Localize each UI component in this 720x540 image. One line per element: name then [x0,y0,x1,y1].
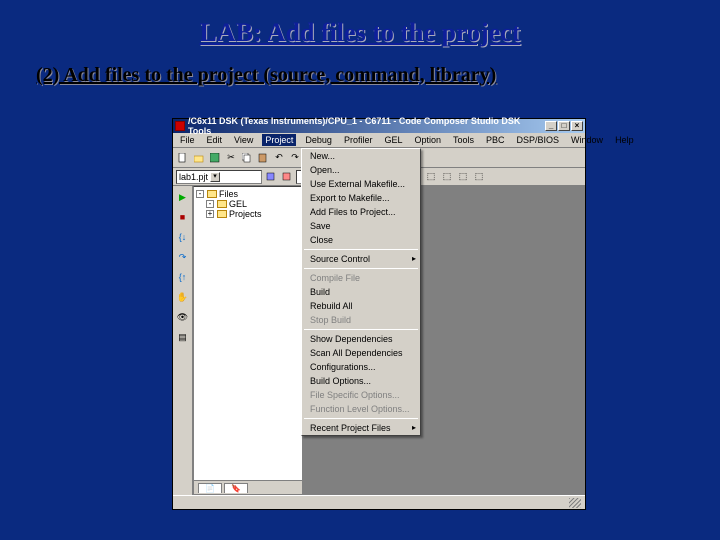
toolbar-icon-e[interactable]: ⬚ [472,170,486,184]
toolbar-icon-c[interactable]: ⬚ [440,170,454,184]
menu-pbc[interactable]: PBC [483,134,508,146]
menu-separator [304,249,418,250]
menu-item-new[interactable]: New... [302,149,420,163]
halt-icon[interactable]: ■ [176,210,190,224]
resize-grip-icon[interactable] [569,498,581,508]
menu-project[interactable]: Project [262,134,296,146]
menu-edit[interactable]: Edit [204,134,226,146]
menu-tools[interactable]: Tools [450,134,477,146]
tree-expander[interactable]: - [196,190,204,198]
maximize-button[interactable]: □ [558,121,570,131]
menu-option[interactable]: Option [411,134,444,146]
menu-item-scan-dependencies[interactable]: Scan All Dependencies [302,346,420,360]
menu-item-recent-projects[interactable]: Recent Project Files [302,421,420,435]
run-icon[interactable]: ▶ [176,190,190,204]
minimize-button[interactable]: _ [545,121,557,131]
tab-bookmarks[interactable]: 🔖 [224,483,248,493]
menu-item-configurations[interactable]: Configurations... [302,360,420,374]
tab-files[interactable]: 📄 [198,483,222,493]
new-file-icon[interactable] [176,151,190,165]
menu-dspbios[interactable]: DSP/BIOS [514,134,563,146]
menu-item-show-dependencies[interactable]: Show Dependencies [302,332,420,346]
project-panel: - Files - GEL + Projects 📄 🔖 [193,186,303,495]
tree-label: Files [219,189,238,199]
registers-icon[interactable]: ▤ [176,330,190,344]
watch-icon[interactable]: 👁 [176,310,190,324]
chevron-down-icon[interactable]: ▾ [210,172,220,182]
rebuild-icon[interactable] [280,170,294,184]
menu-item-build-options[interactable]: Build Options... [302,374,420,388]
window-title: /C6x11 DSK (Texas Instruments)/CPU_1 - C… [188,116,544,136]
tree-expander[interactable]: + [206,210,214,218]
menu-profiler[interactable]: Profiler [341,134,376,146]
folder-icon [217,200,227,208]
slide-title: LAB: Add files to the project [200,18,521,48]
menu-item-build[interactable]: Build [302,285,420,299]
status-bar [173,495,585,509]
project-dropdown-menu: New... Open... Use External Makefile... … [301,148,421,436]
menu-debug[interactable]: Debug [302,134,335,146]
project-panel-tabs: 📄 🔖 [194,480,302,494]
menu-separator [304,268,418,269]
menu-window[interactable]: Window [568,134,606,146]
menu-item-file-specific-options[interactable]: File Specific Options... [302,388,420,402]
close-button[interactable]: × [571,121,583,131]
step-over-icon[interactable]: ↷ [176,250,190,264]
open-file-icon[interactable] [192,151,206,165]
menu-file[interactable]: File [177,134,198,146]
build-icon[interactable] [264,170,278,184]
menu-item-open[interactable]: Open... [302,163,420,177]
toolbar-icon-b[interactable]: ⬚ [424,170,438,184]
menu-item-close[interactable]: Close [302,233,420,247]
menu-help[interactable]: Help [612,134,637,146]
redo-icon[interactable]: ↷ [288,151,302,165]
undo-icon[interactable]: ↶ [272,151,286,165]
menu-item-rebuild-all[interactable]: Rebuild All [302,299,420,313]
menu-item-source-control[interactable]: Source Control [302,252,420,266]
menu-item-function-level-options[interactable]: Function Level Options... [302,402,420,416]
debug-toolstrip: ▶ ■ {↓ ↷ {↑ ✋ 👁 ▤ [173,186,193,495]
menu-separator [304,418,418,419]
folder-icon [217,210,227,218]
step-into-icon[interactable]: {↓ [176,230,190,244]
tree-expander[interactable]: - [206,200,214,208]
menu-item-save[interactable]: Save [302,219,420,233]
project-combo-value: lab1.pjt [179,172,208,182]
menu-item-compile-file[interactable]: Compile File [302,271,420,285]
app-window: /C6x11 DSK (Texas Instruments)/CPU_1 - C… [172,118,586,510]
tree-row-projects[interactable]: + Projects [196,209,300,219]
menu-view[interactable]: View [231,134,256,146]
menu-item-stop-build[interactable]: Stop Build [302,313,420,327]
folder-icon [207,190,217,198]
paste-icon[interactable] [256,151,270,165]
cut-icon[interactable]: ✂ [224,151,238,165]
tree-row-gel[interactable]: - GEL [196,199,300,209]
title-bar: /C6x11 DSK (Texas Instruments)/CPU_1 - C… [173,119,585,133]
menu-gel[interactable]: GEL [381,134,405,146]
breakpoint-icon[interactable]: ✋ [176,290,190,304]
menu-separator [304,329,418,330]
menu-item-add-files[interactable]: Add Files to Project... [302,205,420,219]
tree-row-files[interactable]: - Files [196,189,300,199]
copy-icon[interactable] [240,151,254,165]
project-combo[interactable]: lab1.pjt ▾ [176,170,262,184]
slide-subtitle: (2) Add files to the project (source, co… [36,64,496,87]
menu-item-export-makefile[interactable]: Export to Makefile... [302,191,420,205]
save-icon[interactable] [208,151,222,165]
app-icon [175,121,185,131]
menu-item-use-external-makefile[interactable]: Use External Makefile... [302,177,420,191]
step-out-icon[interactable]: {↑ [176,270,190,284]
tree-label: Projects [229,209,262,219]
tree-label: GEL [229,199,247,209]
toolbar-icon-d[interactable]: ⬚ [456,170,470,184]
